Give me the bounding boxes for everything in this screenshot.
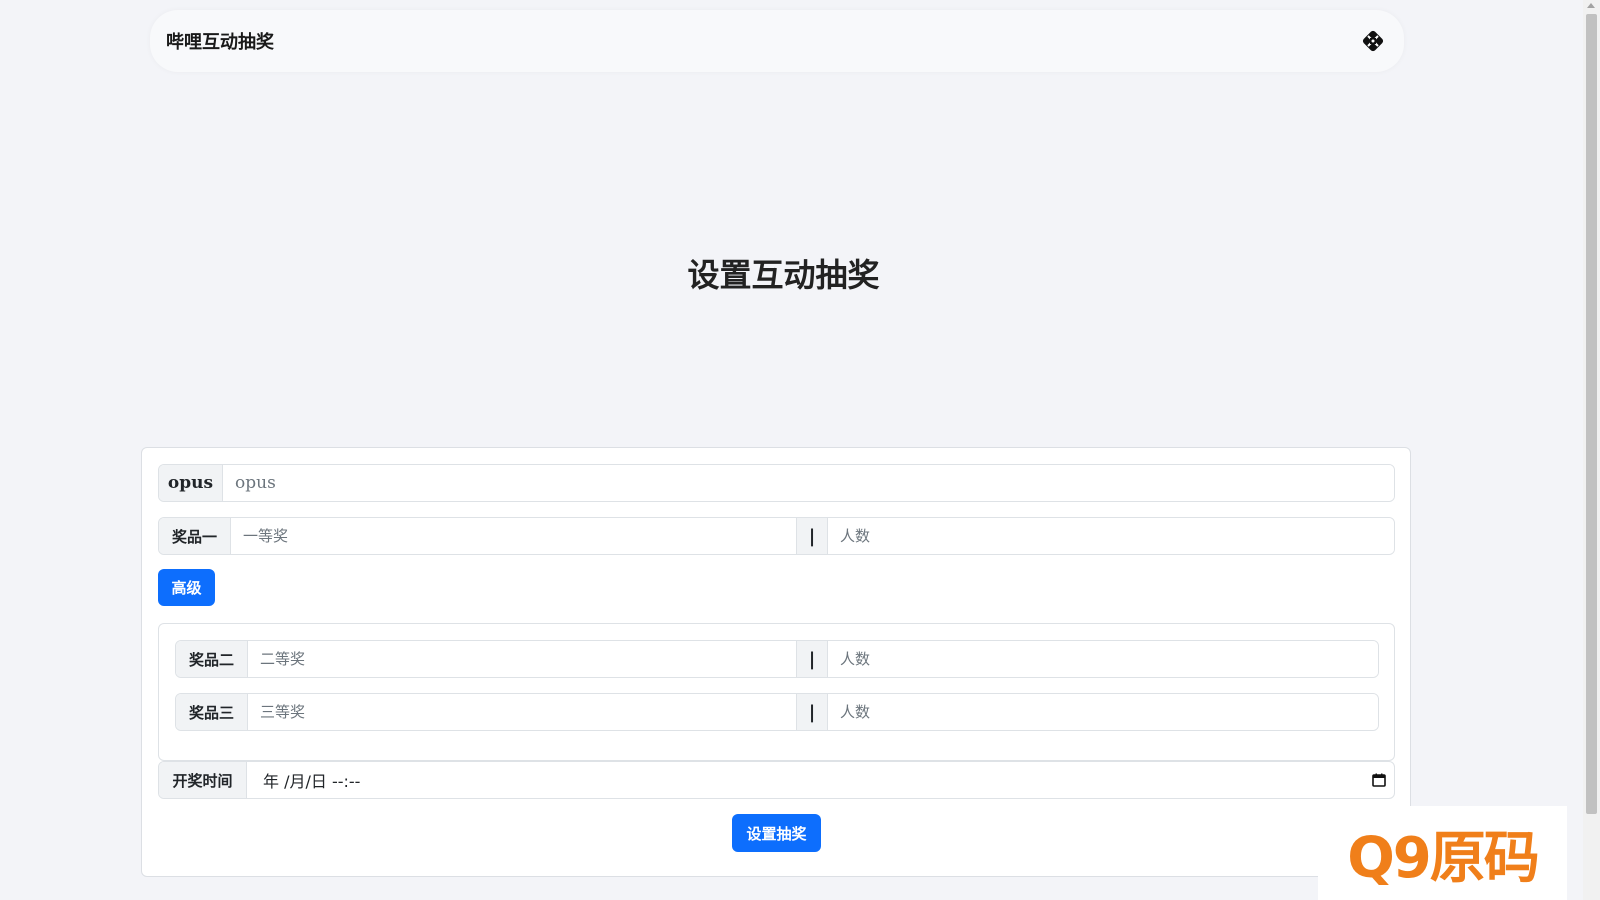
opus-input[interactable] — [223, 465, 1394, 501]
prize2-separator: | — [796, 641, 828, 677]
draw-time-input-group: 开奖时间 年 /月/日 --:-- — [158, 761, 1395, 799]
prize2-input-group: 奖品二 | — [175, 640, 1379, 678]
scroll-up-arrow-icon[interactable] — [1587, 3, 1595, 8]
navbar-brand[interactable]: 哔哩互动抽奖 — [166, 28, 274, 54]
prize2-label: 奖品二 — [176, 641, 248, 677]
prize3-label: 奖品三 — [176, 694, 248, 730]
prize3-separator: | — [796, 694, 828, 730]
draw-time-input[interactable]: 年 /月/日 --:-- — [247, 762, 1364, 798]
prize3-count-input[interactable] — [828, 694, 1378, 730]
page-title: 设置互动抽奖 — [687, 256, 880, 294]
prize1-separator: | — [796, 518, 828, 554]
prize2-name-input[interactable] — [248, 641, 796, 677]
prize1-input-group: 奖品一 | — [158, 517, 1395, 555]
navbar: 哔哩互动抽奖 — [150, 10, 1404, 72]
watermark-logo: Q9原码 — [1318, 806, 1567, 900]
prize1-count-input[interactable] — [828, 518, 1394, 554]
advanced-button[interactable]: 高级 — [158, 569, 215, 606]
draw-time-label: 开奖时间 — [159, 762, 247, 798]
set-lottery-button[interactable]: 设置抽奖 — [732, 814, 821, 852]
lottery-form-card: opus 奖品一 | 高级 奖品二 | 奖品三 | 开奖时间 年 /月/日 --… — [141, 447, 1411, 877]
advanced-panel: 奖品二 | 奖品三 | — [158, 623, 1395, 761]
page-scrollbar[interactable] — [1583, 0, 1600, 900]
prize1-label: 奖品一 — [159, 518, 231, 554]
prize3-input-group: 奖品三 | — [175, 693, 1379, 731]
calendar-icon[interactable] — [1364, 762, 1394, 798]
prize2-count-input[interactable] — [828, 641, 1378, 677]
scroll-thumb[interactable] — [1586, 14, 1597, 814]
prize1-name-input[interactable] — [231, 518, 796, 554]
opus-label: opus — [159, 465, 223, 501]
watermark-text: Q9原码 — [1347, 825, 1540, 891]
opus-input-group: opus — [158, 464, 1395, 502]
prize3-name-input[interactable] — [248, 694, 796, 730]
theme-toggle-icon[interactable] — [1360, 28, 1386, 54]
